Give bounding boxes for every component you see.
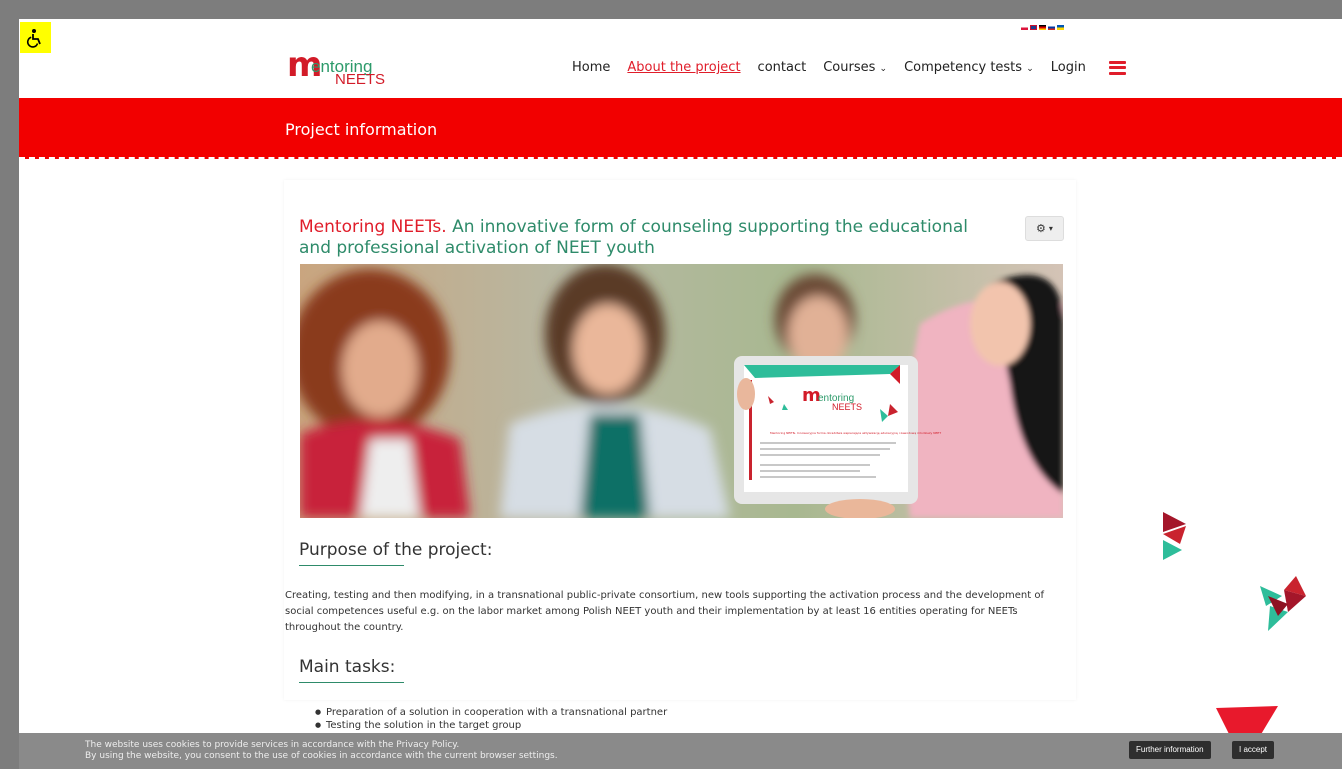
article-title: Mentoring NEETs. An innovative form of c… (299, 217, 999, 259)
nav-contact[interactable]: contact (758, 60, 807, 75)
page-banner: Project information (19, 98, 1342, 159)
nav-login[interactable]: Login (1051, 60, 1086, 75)
flag-ru-icon[interactable] (1048, 25, 1055, 30)
cookie-accept-button[interactable]: I accept (1232, 741, 1275, 759)
cookie-text: The website uses cookies to provide serv… (85, 740, 558, 762)
gear-icon: ⚙ (1036, 222, 1046, 235)
chevron-down-icon: ⌄ (879, 64, 888, 74)
flag-ua-icon[interactable] (1057, 25, 1064, 30)
cookie-more-info-button[interactable]: Further information (1129, 741, 1211, 759)
tasks-underline (299, 682, 404, 683)
purpose-text: Creating, testing and then modifying, in… (285, 590, 1044, 633)
purpose-underline (299, 565, 404, 566)
flag-de-icon[interactable] (1039, 25, 1046, 30)
hamburger-icon[interactable] (1108, 60, 1126, 75)
language-selector (1021, 25, 1064, 30)
tablet-caption: Mentoring NEETs. Innowacyjna forma dorad… (770, 431, 941, 435)
flag-gb-icon[interactable] (1030, 25, 1037, 30)
flag-pl-icon[interactable] (1021, 25, 1028, 30)
decorative-triangles-2 (1260, 576, 1306, 631)
tablet-logo-neets: NEETS (832, 402, 862, 412)
accessibility-button[interactable] (20, 22, 51, 53)
caret-down-icon: ▾ (1048, 224, 1053, 233)
nav-competency-tests-label: Competency tests (904, 60, 1023, 75)
page-title: Project information (285, 120, 438, 139)
nav-courses-label: Courses (823, 60, 876, 75)
nav-competency-tests[interactable]: Competency tests ⌄ (904, 60, 1034, 75)
cookie-text-line-2: By using the website, you consent to the… (85, 751, 558, 761)
purpose-heading: Purpose of the project: (299, 540, 493, 560)
chevron-down-icon: ⌄ (1026, 64, 1034, 74)
nav-about-the-project[interactable]: About the project (627, 60, 740, 75)
main-nav: Home About the project contact Courses ⌄… (572, 60, 1126, 75)
tablet-mockup: m entoring NEETS Mentoring NEETs. Innowa… (734, 356, 941, 518)
article-title-brand: Mentoring NEETs. (299, 217, 447, 237)
list-item: Testing the solution in the target group (315, 719, 667, 732)
logo-text-neets: NEETS (335, 71, 386, 88)
decorative-triangles-1 (1163, 512, 1186, 560)
tasks-list: Preparation of a solution in cooperation… (315, 706, 667, 732)
wheelchair-icon (26, 28, 41, 48)
tasks-heading: Main tasks: (299, 657, 396, 677)
list-item: Preparation of a solution in cooperation… (315, 706, 667, 719)
cookie-bar: The website uses cookies to provide serv… (19, 733, 1342, 769)
nav-home[interactable]: Home (572, 60, 610, 75)
nav-courses[interactable]: Courses ⌄ (823, 60, 887, 75)
article-tools-button[interactable]: ⚙ ▾ (1025, 216, 1064, 241)
site-logo[interactable]: m entoring NEETS (287, 48, 397, 90)
hero-image: m entoring NEETS Mentoring NEETs. Innowa… (300, 264, 1063, 518)
cookie-text-line-1: The website uses cookies to provide serv… (85, 740, 460, 750)
decorative-triangle-3 (1216, 706, 1278, 736)
